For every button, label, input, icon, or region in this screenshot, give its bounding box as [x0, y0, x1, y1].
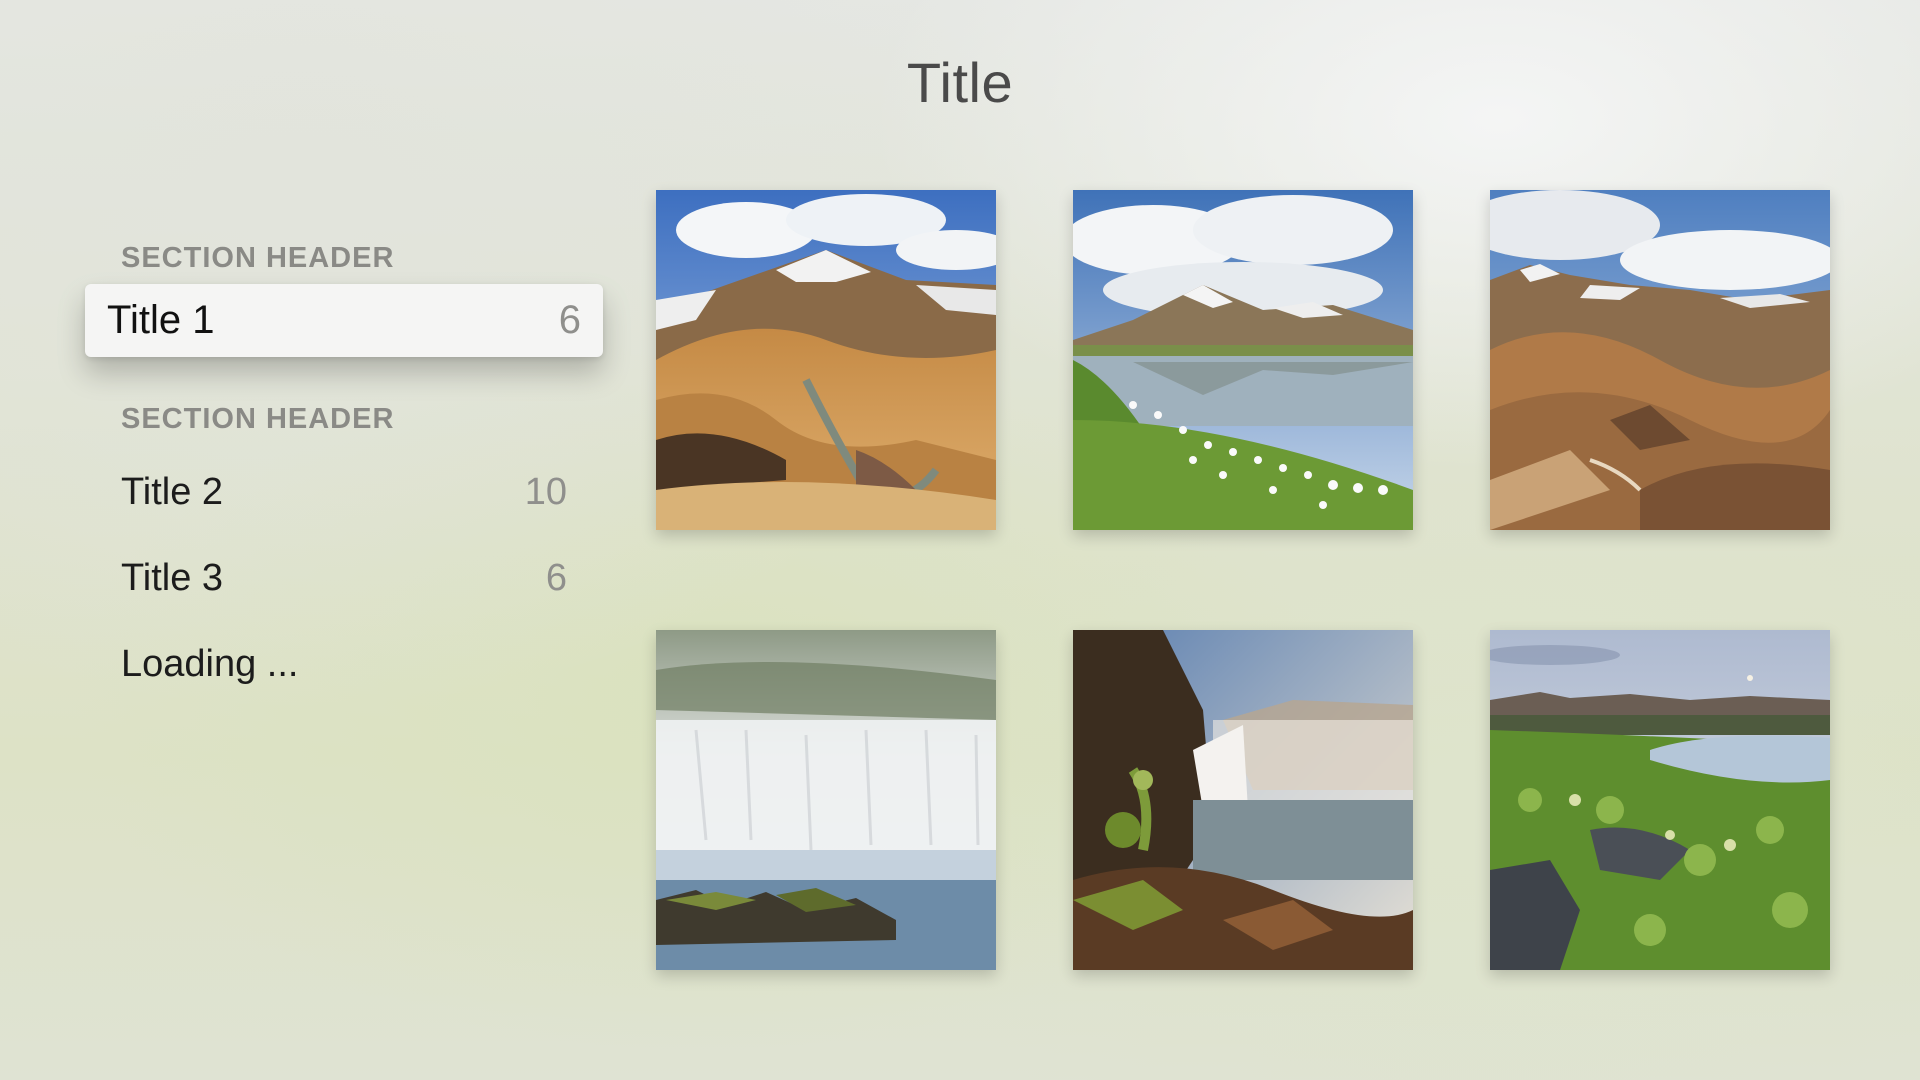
landscape-image	[1490, 630, 1830, 970]
landscape-image	[656, 190, 996, 530]
photo-tile-lava-field-pond[interactable]	[1490, 630, 1830, 970]
list-item-count: 10	[524, 471, 567, 513]
list-item-title-1[interactable]: Title 1 6	[85, 284, 603, 357]
section-header: SECTION HEADER	[121, 403, 395, 435]
photo-tile-rhyolite-mountains[interactable]	[1490, 190, 1830, 530]
list-item-count: 6	[558, 298, 581, 342]
section-header: SECTION HEADER	[121, 242, 395, 274]
photo-tile-waterfall-cliff[interactable]	[1073, 630, 1413, 970]
landscape-image	[656, 630, 996, 970]
list-item-label: Title 2	[121, 471, 224, 513]
list-item-title-2[interactable]: Title 2 10	[85, 449, 603, 535]
landscape-image	[1073, 630, 1413, 970]
photo-tile-colorful-mountains[interactable]	[656, 190, 996, 530]
photo-tile-waterfall-mist[interactable]	[656, 630, 996, 970]
list-item-title-3[interactable]: Title 3 6	[85, 535, 603, 621]
photo-grid	[656, 190, 1830, 970]
landscape-image	[1490, 190, 1830, 530]
list-item-label: Title 3	[121, 557, 224, 599]
sidebar: SECTION HEADER Title 1 6 SECTION HEADER …	[85, 240, 603, 707]
list-item-loading: Loading ...	[85, 621, 603, 707]
list-item-label: Loading ...	[121, 643, 299, 685]
list-item-count: 6	[545, 557, 567, 599]
landscape-image	[1073, 190, 1413, 530]
page-title: Title	[906, 51, 1014, 114]
photo-tile-mountain-lake[interactable]	[1073, 190, 1413, 530]
list-item-label: Title 1	[107, 298, 215, 342]
